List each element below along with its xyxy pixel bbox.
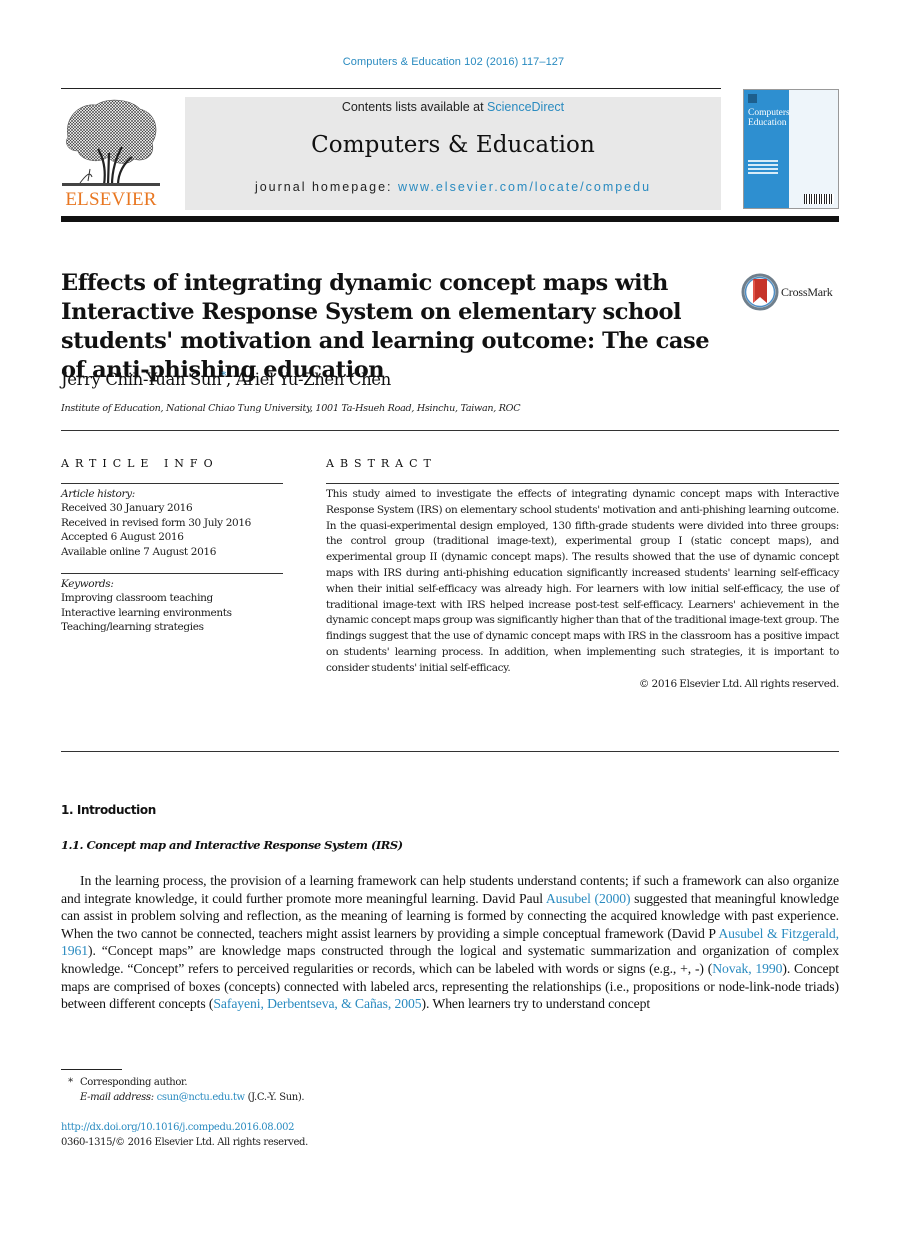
keywords-divider <box>61 573 283 574</box>
article-info-divider <box>61 483 283 484</box>
email-note: E-mail address: csun@nctu.edu.tw (J.C.-Y… <box>61 1090 305 1105</box>
issn-copyright: 0360-1315/© 2016 Elsevier Ltd. All right… <box>61 1136 308 1148</box>
citation-link[interactable]: Novak, 1990 <box>712 961 782 976</box>
corresponding-author-text: Corresponding author. <box>80 1077 188 1088</box>
crossmark-button[interactable]: CrossMark <box>741 273 841 313</box>
paragraph-text: ). When learners try to understand conce… <box>421 996 651 1012</box>
abstract-end-divider <box>61 751 839 752</box>
abstract-body: This study aimed to investigate the effe… <box>326 487 839 692</box>
elsevier-tree-icon <box>62 99 160 186</box>
article-info-heading: ARTICLE INFO <box>61 457 219 470</box>
journal-cover-thumbnail[interactable]: Computers Education <box>743 89 839 209</box>
header-divider <box>61 88 721 89</box>
intro-paragraph: In the learning process, the provision o… <box>61 872 839 1013</box>
body-text: In the learning process, the provision o… <box>61 872 839 1013</box>
history-item: Accepted 6 August 2016 <box>61 531 184 544</box>
elsevier-wordmark: ELSEVIER <box>65 189 157 210</box>
author-name[interactable]: Ariel Yu-Zhen Chen <box>236 370 392 389</box>
keyword-item: Improving classroom teaching <box>61 592 213 605</box>
history-item: Received 30 January 2016 <box>61 502 193 515</box>
keywords-label: Keywords: <box>61 578 114 590</box>
doi-link[interactable]: http://dx.doi.org/10.1016/j.compedu.2016… <box>61 1122 295 1133</box>
journal-title: Computers & Education <box>311 132 595 158</box>
cover-title: Computers Education <box>748 108 790 128</box>
keyword-item: Teaching/learning strategies <box>61 621 204 634</box>
email-link[interactable]: csun@nctu.edu.tw <box>157 1092 246 1103</box>
abstract-text: This study aimed to investigate the effe… <box>326 488 839 674</box>
subsection-heading: 1.1. Concept map and Interactive Respons… <box>61 838 403 852</box>
contents-prefix: Contents lists available at <box>341 100 488 114</box>
abstract-heading: ABSTRACT <box>326 457 437 470</box>
journal-reference-link[interactable]: Computers & Education 102 (2016) 117–127 <box>0 56 907 68</box>
footnotes: * Corresponding author. E-mail address: c… <box>61 1075 304 1105</box>
homepage-prefix: journal homepage: <box>254 180 398 194</box>
cover-light-panel <box>789 90 838 208</box>
author-list: Jerry Chih-Yuan Sun*, Ariel Yu-Zhen Chen <box>61 370 391 389</box>
history-label: Article history: <box>61 488 135 500</box>
section-heading-introduction: 1. Introduction <box>61 803 156 817</box>
citation-link[interactable]: Safayeni, Derbentseva, & Cañas, 2005 <box>213 996 421 1011</box>
journal-masthead: Contents lists available at ScienceDirec… <box>185 97 721 210</box>
crossmark-icon <box>741 273 779 311</box>
abstract-copyright: © 2016 Elsevier Ltd. All rights reserved… <box>638 677 839 690</box>
keyword-item: Interactive learning environments <box>61 606 232 619</box>
contents-line: Contents lists available at ScienceDirec… <box>185 100 721 114</box>
article-title: Effects of integrating dynamic concept m… <box>61 270 710 383</box>
header-thick-divider <box>61 216 839 222</box>
sciencedirect-link[interactable]: ScienceDirect <box>487 100 564 114</box>
section-divider <box>61 430 839 431</box>
crossmark-label: CrossMark <box>781 285 833 299</box>
abstract-divider <box>326 483 839 484</box>
article-history: Article history: Received 30 January 201… <box>61 487 291 559</box>
author-separator: , <box>226 370 236 389</box>
citation-link[interactable]: Ausubel (2000) <box>546 891 631 906</box>
doi-block: http://dx.doi.org/10.1016/j.compedu.2016… <box>61 1121 308 1150</box>
affiliation: Institute of Education, National Chiao T… <box>61 403 521 414</box>
email-suffix: (J.C.-Y. Sun). <box>244 1092 305 1103</box>
cover-title-line2: Education <box>748 118 787 128</box>
cover-title-line1: Computers <box>748 108 790 118</box>
email-label: E-mail address: <box>80 1092 157 1103</box>
keywords: Keywords: Improving classroom teaching I… <box>61 577 291 635</box>
homepage-link[interactable]: www.elsevier.com/locate/compedu <box>398 180 651 194</box>
homepage-line: journal homepage: www.elsevier.com/locat… <box>185 180 721 194</box>
cover-elsevier-icon <box>748 94 757 103</box>
cover-editors-list <box>748 160 778 176</box>
author-name[interactable]: Jerry Chih-Yuan Sun <box>61 370 222 389</box>
corresponding-author-note: * Corresponding author. <box>61 1075 304 1090</box>
footnote-star: * <box>68 1077 73 1088</box>
history-item: Available online 7 August 2016 <box>61 545 217 558</box>
footnote-divider <box>61 1069 122 1070</box>
history-item: Received in revised form 30 July 2016 <box>61 516 252 529</box>
barcode-icon <box>804 194 834 204</box>
elsevier-logo[interactable]: ELSEVIER <box>60 97 162 211</box>
